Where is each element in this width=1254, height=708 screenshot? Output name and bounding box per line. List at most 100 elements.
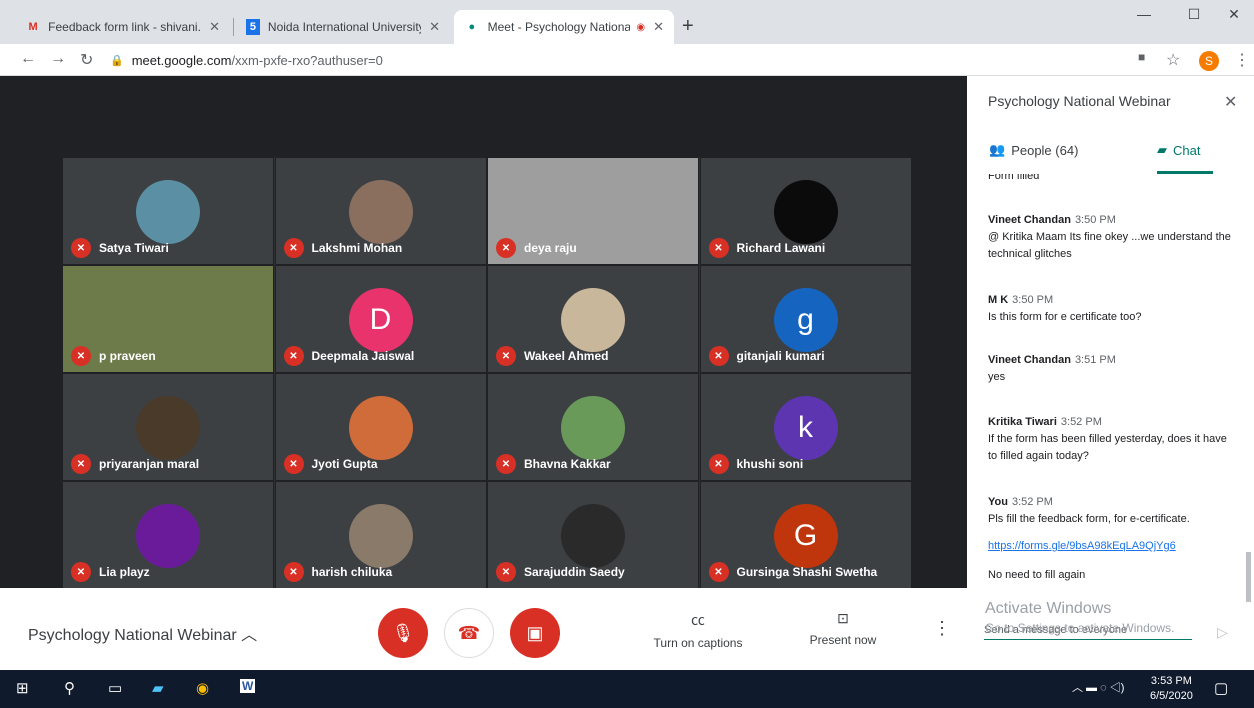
profile-avatar[interactable]: S bbox=[1199, 51, 1219, 71]
minimize-icon[interactable]: — bbox=[1124, 6, 1164, 22]
system-tray-icon[interactable]: ︿ ▬ ◌ ◁) bbox=[1072, 679, 1124, 695]
mic-off-icon: ✕ bbox=[496, 454, 516, 474]
word-icon[interactable]: W bbox=[240, 679, 256, 693]
close-panel-icon[interactable]: ✕ bbox=[1224, 92, 1237, 112]
participant-tile[interactable]: k ✕ khushi soni bbox=[699, 373, 912, 481]
close-icon[interactable]: ✕ bbox=[645, 19, 664, 35]
participant-tile[interactable]: ✕ Jyoti Gupta bbox=[274, 373, 487, 481]
participant-tile[interactable]: D ✕ Deepmala Jaiswal bbox=[274, 265, 487, 373]
search-icon[interactable]: ⚲ bbox=[64, 679, 75, 697]
avatar bbox=[561, 504, 625, 568]
tab-chat[interactable]: ▰ Chat bbox=[1157, 142, 1200, 158]
message-time: 3:52 PM bbox=[1011, 496, 1053, 508]
panel-title: Psychology National Webinar bbox=[988, 93, 1171, 109]
chat-panel: Psychology National Webinar ✕ 👥 People (6… bbox=[967, 76, 1254, 670]
camera-off-button[interactable]: ▣ bbox=[510, 608, 560, 658]
avatar bbox=[136, 396, 200, 460]
captions-button[interactable]: ㏄ Turn on captions bbox=[643, 610, 753, 650]
back-icon[interactable]: ← bbox=[20, 50, 36, 68]
participant-tile[interactable]: g ✕ gitanjali kumari bbox=[699, 265, 912, 373]
avatar-letter: g bbox=[773, 288, 838, 352]
chrome-icon[interactable]: ◉ bbox=[196, 679, 209, 697]
chat-link-message: https://forms.gle/9bsA98kEqLA9QjYg6 bbox=[988, 538, 1238, 555]
windows-taskbar: ⊞ ⚲ ▭ ▰ ◉ W ︿ ▬ ◌ ◁) 3:53 PM 6/5/2020 ▢ bbox=[0, 670, 1254, 708]
participant-name-label: p praveen bbox=[99, 349, 156, 363]
window-close-icon[interactable]: ✕ bbox=[1214, 6, 1254, 23]
url-field[interactable]: 🔒 meet.google.com/xxm-pxfe-rxo?authuser=… bbox=[110, 49, 1120, 71]
message-text: Is this form for e certificate too? bbox=[988, 311, 1142, 323]
avatar bbox=[561, 288, 625, 352]
tab-gmail[interactable]: M Feedback form link - shivani.tom ✕ bbox=[16, 10, 230, 44]
people-label: People (64) bbox=[1011, 142, 1079, 158]
mic-off-icon: ✕ bbox=[283, 562, 304, 582]
chat-message: You 3:52 PM Pls fill the feedback form, f… bbox=[988, 494, 1238, 528]
mute-button[interactable]: 🎙 bbox=[378, 608, 428, 658]
participant-tile[interactable]: ✕ Satya Tiwari bbox=[62, 157, 274, 265]
participant-name-label: Bhavna Kakkar bbox=[524, 457, 611, 471]
message-text: Pls fill the feedback form, for e-certif… bbox=[988, 513, 1190, 525]
chat-message: No need to fill again bbox=[988, 569, 1086, 581]
mic-off-icon: ✕ bbox=[71, 562, 91, 582]
message-author: Vineet Chandan bbox=[988, 354, 1071, 366]
participant-name: ✕ Sarajuddin Saedy bbox=[496, 562, 625, 582]
calendar-icon: 5 bbox=[246, 19, 260, 35]
mic-off-icon: ✕ bbox=[496, 562, 516, 582]
participant-tile[interactable]: ✕ harish chiluka bbox=[274, 481, 487, 589]
tab-people[interactable]: 👥 People (64) bbox=[989, 142, 1078, 158]
video-off-icon: ▣ bbox=[526, 622, 544, 643]
participant-tile[interactable]: ✕ priyaranjan maral bbox=[62, 373, 274, 481]
maximize-icon[interactable]: ☐ bbox=[1174, 6, 1214, 23]
app-icon[interactable]: ▰ bbox=[152, 679, 164, 697]
task-view-icon[interactable]: ▭ bbox=[108, 679, 122, 697]
star-icon[interactable]: ☆ bbox=[1166, 50, 1180, 70]
participant-tile[interactable]: ✕ Richard Lawani bbox=[699, 157, 912, 265]
participant-tile[interactable]: G ✕ Gursinga Shashi Swetha bbox=[699, 481, 912, 589]
menu-icon[interactable]: ⋮ bbox=[1234, 50, 1250, 70]
close-icon[interactable]: ✕ bbox=[201, 19, 220, 35]
leave-call-button[interactable]: ☎ bbox=[444, 608, 494, 658]
participant-name: ✕ Lakshmi Mohan bbox=[283, 238, 402, 258]
chat-scrollbar[interactable] bbox=[1246, 552, 1251, 602]
message-author: Kritika Tiwari bbox=[988, 416, 1057, 428]
send-icon[interactable]: ▷ bbox=[1217, 624, 1228, 641]
participant-tile[interactable]: ✕ deya raju bbox=[487, 157, 699, 265]
participant-tile[interactable]: ✕ Bhavna Kakkar bbox=[487, 373, 699, 481]
mic-off-icon: ✕ bbox=[71, 454, 91, 474]
reload-icon[interactable]: ↻ bbox=[80, 50, 93, 70]
camera-icon[interactable]: ■ bbox=[1138, 50, 1145, 64]
form-link[interactable]: https://forms.gle/9bsA98kEqLA9QjYg6 bbox=[988, 540, 1176, 552]
participant-name-label: khushi soni bbox=[736, 457, 804, 471]
participant-tile[interactable]: ✕ Wakeel Ahmed bbox=[487, 265, 699, 373]
tab-meet[interactable]: ● Meet - Psychology National ◉ ✕ bbox=[454, 10, 674, 44]
new-tab-icon[interactable]: + bbox=[682, 15, 694, 38]
meeting-title[interactable]: Psychology National Webinar ︿ bbox=[28, 621, 257, 645]
close-icon[interactable]: ✕ bbox=[421, 19, 440, 35]
participant-name: ✕ Bhavna Kakkar bbox=[496, 454, 611, 474]
captions-icon: ㏄ bbox=[691, 612, 705, 628]
tab-title: Feedback form link - shivani.tom bbox=[48, 20, 201, 34]
present-button[interactable]: ⊡ Present now bbox=[788, 610, 898, 647]
participant-tile[interactable]: ✕ p praveen bbox=[62, 265, 274, 373]
taskbar-clock[interactable]: 3:53 PM 6/5/2020 bbox=[1150, 674, 1193, 704]
mic-off-icon: ✕ bbox=[283, 454, 304, 474]
windows-start-icon[interactable]: ⊞ bbox=[16, 679, 29, 697]
avatar bbox=[348, 180, 413, 244]
participant-name-label: Sarajuddin Saedy bbox=[524, 565, 625, 579]
hangup-icon: ☎ bbox=[457, 622, 481, 643]
message-text: yes bbox=[988, 371, 1006, 383]
tab-university[interactable]: 5 Noida International University - C ✕ bbox=[236, 10, 450, 44]
participant-name-label: priyaranjan maral bbox=[99, 457, 200, 471]
more-options-icon[interactable]: ⋮ bbox=[933, 618, 951, 639]
participant-tile[interactable]: ✕ Sarajuddin Saedy bbox=[487, 481, 699, 589]
mic-off-icon: ✕ bbox=[71, 346, 91, 366]
participant-name: ✕ Richard Lawani bbox=[708, 238, 825, 258]
notifications-icon[interactable]: ▢ bbox=[1214, 679, 1228, 697]
people-icon: 👥 bbox=[989, 142, 1006, 157]
chat-messages: Form filled Vineet Chandan 3:50 PM @ Krit… bbox=[967, 174, 1254, 602]
forward-icon[interactable]: → bbox=[50, 50, 66, 68]
participant-tile[interactable]: ✕ Lakshmi Mohan bbox=[274, 157, 487, 265]
chat-message: M K 3:50 PM Is this form for e certificat… bbox=[988, 292, 1238, 326]
participant-name: ✕ harish chiluka bbox=[283, 562, 392, 582]
participant-name: ✕ khushi soni bbox=[708, 454, 804, 474]
participant-tile[interactable]: ✕ Lia playz bbox=[62, 481, 274, 589]
